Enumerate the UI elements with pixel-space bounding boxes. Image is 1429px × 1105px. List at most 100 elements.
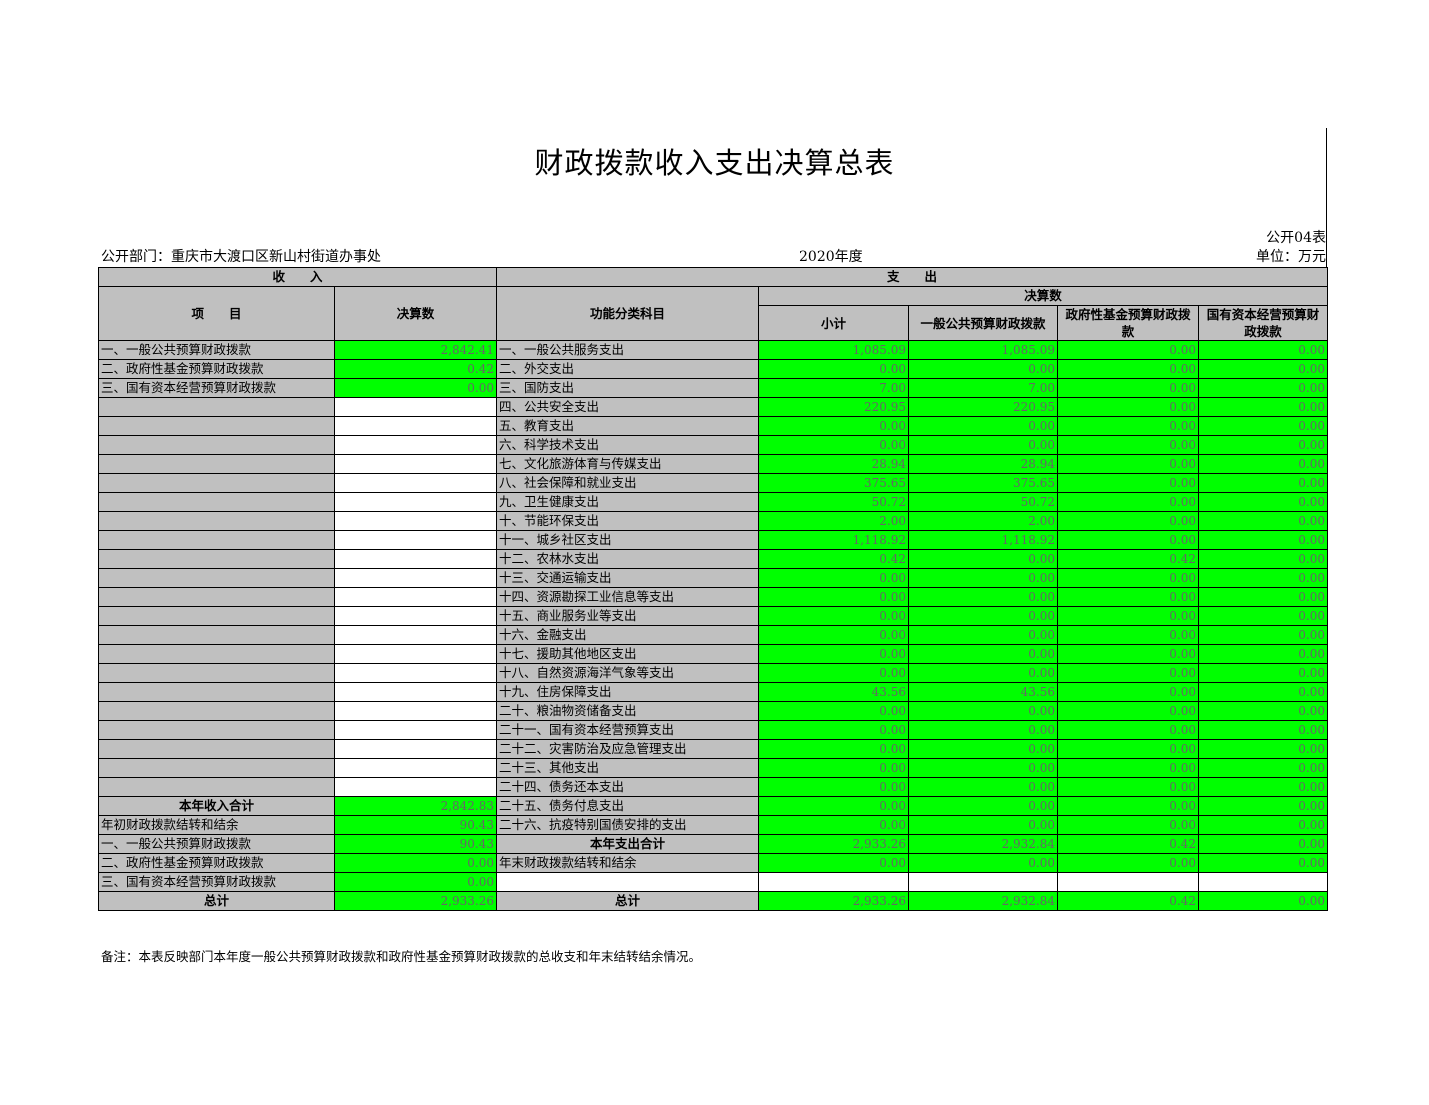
header-row-1: 收 入 支 出 [98, 267, 1328, 287]
final-amount-header: 决算数 [758, 286, 1328, 306]
fund-budget-cell: 0.00 [1057, 359, 1199, 379]
general-budget-cell: 7.00 [908, 378, 1058, 398]
unit-label: 单位：万元 [1256, 249, 1326, 265]
general-budget-cell: 220.95 [908, 397, 1058, 417]
expense-subject-cell: 四、公共安全支出 [496, 397, 759, 417]
table-row: 二十、粮油物资储备支出 0.00 0.00 0.00 0.00 [98, 701, 1328, 721]
income-item-cell: 三、国有资本经营预算财政拨款 [98, 378, 335, 398]
table-row: 二十三、其他支出 0.00 0.00 0.00 0.00 [98, 758, 1328, 778]
general-budget-cell: 0.00 [908, 701, 1058, 721]
fund-budget-cell: 0.00 [1057, 796, 1199, 816]
table-row: 二十一、国有资本经营预算支出 0.00 0.00 0.00 0.00 [98, 720, 1328, 740]
expense-subject-cell: 三、国防支出 [496, 378, 759, 398]
fund-budget-cell: 0.00 [1057, 777, 1199, 797]
expense-subject-cell: 九、卫生健康支出 [496, 492, 759, 512]
footnote: 备注：本表反映部门本年度一般公共预算财政拨款和政府性基金预算财政拨款的总收支和年… [101, 949, 702, 964]
income-amount-cell [334, 549, 497, 569]
state-capital-cell: 0.00 [1198, 340, 1328, 360]
fiscal-year: 2020年度 [799, 249, 863, 265]
subtotal-cell: 0.00 [758, 359, 909, 379]
state-capital-cell: 0.00 [1198, 435, 1328, 455]
expense-subject-cell: 十八、自然资源海洋气象等支出 [496, 663, 759, 683]
state-capital-cell: 0.00 [1198, 701, 1328, 721]
income-item-cell [98, 435, 335, 455]
income-item-cell [98, 663, 335, 683]
subtotal-cell: 1,085.09 [758, 340, 909, 360]
general-budget-cell: 1,118.92 [908, 530, 1058, 550]
state-capital-cell [1198, 872, 1328, 892]
income-amount-cell [334, 530, 497, 550]
fund-budget-cell: 0.00 [1057, 644, 1199, 664]
fund-budget-cell: 0.00 [1057, 492, 1199, 512]
general-budget-cell: 0.00 [908, 416, 1058, 436]
income-amount-cell: 0.42 [334, 359, 497, 379]
expense-subject-cell: 十七、援助其他地区支出 [496, 644, 759, 664]
department-label: 公开部门：重庆市大渡口区新山村街道办事处 [101, 249, 381, 265]
table-row: 本年收入合计 2,842.83 二十五、债务付息支出 0.00 0.00 0.00 0.00 [98, 796, 1328, 816]
subtotal-cell: 0.00 [758, 739, 909, 759]
subtotal-cell: 0.00 [758, 853, 909, 873]
table-row: 年初财政拨款结转和结余 90.43 二十六、抗疫特别国债安排的支出 0.00 0.00 0… [98, 815, 1328, 835]
fund-budget-header: 政府性基金预算财政拨款 [1057, 305, 1199, 341]
table-row: 三、国有资本经营预算财政拨款 0.00 三、国防支出 7.00 7.00 0.00 0.00 [98, 378, 1328, 398]
table-row: 十八、自然资源海洋气象等支出 0.00 0.00 0.00 0.00 [98, 663, 1328, 683]
fund-budget-cell: 0.00 [1057, 530, 1199, 550]
subtotal-cell: 7.00 [758, 378, 909, 398]
table-row: 三、国有资本经营预算财政拨款 0.00 [98, 872, 1328, 892]
fund-budget-cell: 0.00 [1057, 568, 1199, 588]
expense-subject-cell: 二十六、抗疫特别国债安排的支出 [496, 815, 759, 835]
expense-subject-cell: 十九、住房保障支出 [496, 682, 759, 702]
fund-budget-cell: 0.00 [1057, 625, 1199, 645]
state-capital-cell: 0.00 [1198, 549, 1328, 569]
general-budget-cell: 0.00 [908, 625, 1058, 645]
state-capital-cell: 0.00 [1198, 397, 1328, 417]
income-item-cell [98, 682, 335, 702]
general-budget-cell: 1,085.09 [908, 340, 1058, 360]
income-header: 收 入 [98, 267, 497, 287]
table-row: 十五、商业服务业等支出 0.00 0.00 0.00 0.00 [98, 606, 1328, 626]
income-amount-cell [334, 644, 497, 664]
state-capital-cell: 0.00 [1198, 454, 1328, 474]
income-amount-cell [334, 435, 497, 455]
income-amount-cell [334, 511, 497, 531]
expense-subject-cell: 五、教育支出 [496, 416, 759, 436]
item-header: 项 目 [98, 286, 335, 341]
expense-subject-cell: 十一、城乡社区支出 [496, 530, 759, 550]
income-amount-cell [334, 606, 497, 626]
subtotal-cell: 43.56 [758, 682, 909, 702]
func-subject-header: 功能分类科目 [496, 286, 759, 341]
general-budget-cell: 43.56 [908, 682, 1058, 702]
state-capital-cell: 0.00 [1198, 834, 1328, 854]
state-capital-cell: 0.00 [1198, 530, 1328, 550]
expense-subject-cell: 二十、粮油物资储备支出 [496, 701, 759, 721]
fund-budget-cell: 0.42 [1057, 891, 1199, 911]
state-capital-cell: 0.00 [1198, 758, 1328, 778]
fund-budget-cell: 0.42 [1057, 549, 1199, 569]
fund-budget-cell: 0.00 [1057, 739, 1199, 759]
subtotal-cell: 0.00 [758, 568, 909, 588]
general-budget-cell: 375.65 [908, 473, 1058, 493]
income-item-cell: 年初财政拨款结转和结余 [98, 815, 335, 835]
fund-budget-cell: 0.42 [1057, 834, 1199, 854]
income-item-cell: 总计 [98, 891, 335, 911]
subtotal-cell: 0.00 [758, 663, 909, 683]
general-budget-cell: 0.00 [908, 853, 1058, 873]
income-amount-cell [334, 739, 497, 759]
income-item-cell: 二、政府性基金预算财政拨款 [98, 853, 335, 873]
fund-budget-cell: 0.00 [1057, 511, 1199, 531]
table-row: 十、节能环保支出 2.00 2.00 0.00 0.00 [98, 511, 1328, 531]
expense-subject-cell: 二十一、国有资本经营预算支出 [496, 720, 759, 740]
income-item-cell [98, 720, 335, 740]
income-amount-cell: 2,842.83 [334, 796, 497, 816]
table-row: 一、一般公共预算财政拨款 2,842.41 一、一般公共服务支出 1,085.09 1,… [98, 340, 1328, 360]
income-item-cell [98, 625, 335, 645]
subtotal-cell: 0.00 [758, 587, 909, 607]
budget-table: 收 入 支 出 项 目 决算数 功能分类科目 决算数 小计 一般公共预算财政拨款… [98, 267, 1328, 911]
state-capital-cell: 0.00 [1198, 663, 1328, 683]
state-capital-cell: 0.00 [1198, 378, 1328, 398]
fund-budget-cell: 0.00 [1057, 454, 1199, 474]
expense-subject-cell: 十六、金融支出 [496, 625, 759, 645]
expense-subject-cell: 二、外交支出 [496, 359, 759, 379]
table-row: 十三、交通运输支出 0.00 0.00 0.00 0.00 [98, 568, 1328, 588]
fund-budget-cell: 0.00 [1057, 473, 1199, 493]
